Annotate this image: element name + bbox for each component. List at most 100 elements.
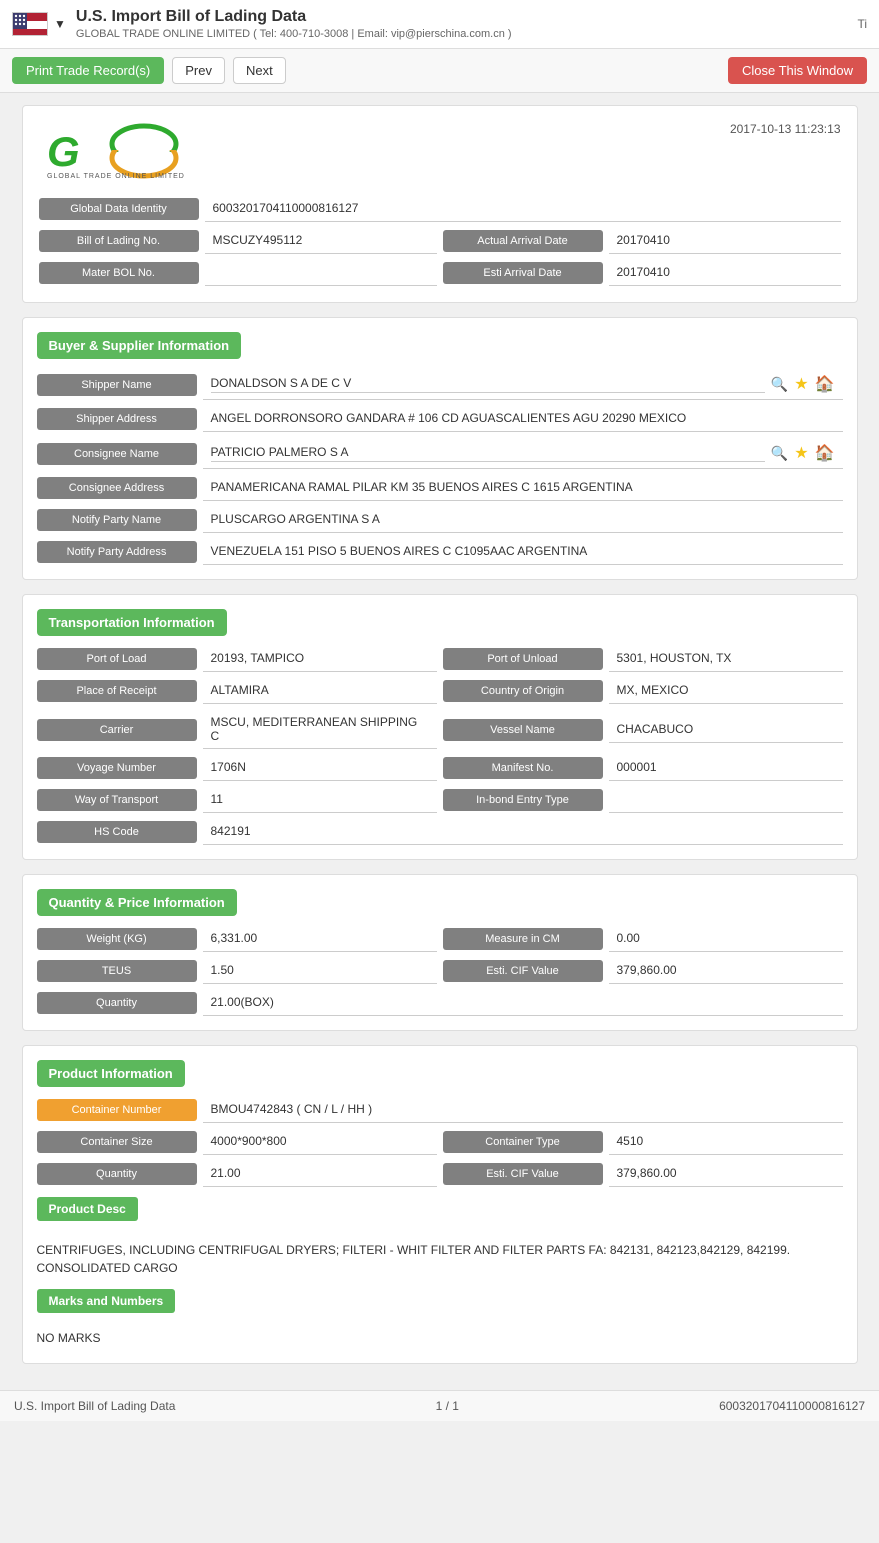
- container-number-value: BMOU4742843 ( CN / L / HH ): [203, 1097, 843, 1123]
- close-button[interactable]: Close This Window: [728, 57, 867, 84]
- buyer-supplier-title: Buyer & Supplier Information: [37, 332, 242, 359]
- quantity-label: Quantity: [37, 992, 197, 1014]
- voyage-number-value: 1706N: [203, 755, 437, 781]
- home-icon[interactable]: 🏠: [815, 374, 835, 394]
- product-esti-cif-label: Esti. CIF Value: [443, 1163, 603, 1185]
- port-of-unload-label: Port of Unload: [443, 648, 603, 670]
- country-of-origin-label: Country of Origin: [443, 680, 603, 702]
- esti-cif-value: 379,860.00: [609, 958, 843, 984]
- way-of-transport-value: 11: [203, 787, 437, 813]
- manifest-no-label: Manifest No.: [443, 757, 603, 779]
- notify-party-name-label: Notify Party Name: [37, 509, 197, 531]
- carrier-label: Carrier: [37, 719, 197, 741]
- weight-value: 6,331.00: [203, 926, 437, 952]
- container-number-label: Container Number: [37, 1099, 197, 1121]
- notify-party-name-value: PLUSCARGO ARGENTINA S A: [203, 507, 843, 533]
- footer-right: 6003201704110000816127: [719, 1399, 865, 1413]
- next-button[interactable]: Next: [233, 57, 286, 84]
- print-button[interactable]: Print Trade Record(s): [12, 57, 164, 84]
- buyer-supplier-section: Buyer & Supplier Information Shipper Nam…: [22, 317, 858, 580]
- top-bar: ▼ U.S. Import Bill of Lading Data GLOBAL…: [0, 0, 879, 49]
- record-header: G GLOBAL TRADE ONLINE LIMITED 2017-10-13…: [39, 122, 841, 182]
- container-type-value: 4510: [609, 1129, 843, 1155]
- quantity-row: Quantity 21.00(BOX): [37, 990, 843, 1016]
- global-data-identity-row: Global Data Identity 6003201704110000816…: [39, 196, 841, 222]
- carrier-value: MSCU, MEDITERRANEAN SHIPPING C: [203, 710, 437, 749]
- search-icon[interactable]: 🔍: [771, 376, 788, 393]
- bill-of-lading-value: MSCUZY495112: [205, 228, 437, 254]
- shipper-address-row: Shipper Address ANGEL DORRONSORO GANDARA…: [37, 406, 843, 432]
- marks-value: NO MARKS: [37, 1327, 843, 1349]
- consignee-name-row: Consignee Name PATRICIO PALMERO S A 🔍 ★ …: [37, 438, 843, 469]
- consignee-name-value: PATRICIO PALMERO S A: [211, 445, 765, 462]
- consignee-address-label: Consignee Address: [37, 477, 197, 499]
- shipper-name-value: DONALDSON S A DE C V: [211, 376, 765, 393]
- shipper-address-value: ANGEL DORRONSORO GANDARA # 106 CD AGUASC…: [203, 406, 843, 432]
- port-of-load-value: 20193, TAMPICO: [203, 646, 437, 672]
- shipper-address-label: Shipper Address: [37, 408, 197, 430]
- hs-code-value: 842191: [203, 819, 843, 845]
- product-section: Product Information Container Number BMO…: [22, 1045, 858, 1364]
- record-card: G GLOBAL TRADE ONLINE LIMITED 2017-10-13…: [22, 105, 858, 303]
- country-of-origin-value: MX, MEXICO: [609, 678, 843, 704]
- product-desc-label: Product Desc: [37, 1197, 138, 1221]
- container-size-value: 4000*900*800: [203, 1129, 437, 1155]
- container-size-label: Container Size: [37, 1131, 197, 1153]
- bill-arrival-row: Bill of Lading No. MSCUZY495112 Actual A…: [39, 228, 841, 254]
- app-title: U.S. Import Bill of Lading Data: [76, 8, 508, 26]
- consignee-name-label: Consignee Name: [37, 443, 197, 465]
- receipt-origin-row: Place of Receipt ALTAMIRA Country of Ori…: [37, 678, 843, 704]
- footer-bar: U.S. Import Bill of Lading Data 1 / 1 60…: [0, 1390, 879, 1421]
- shipper-name-row: Shipper Name DONALDSON S A DE C V 🔍 ★ 🏠: [37, 369, 843, 400]
- port-load-unload-row: Port of Load 20193, TAMPICO Port of Unlo…: [37, 646, 843, 672]
- prev-button[interactable]: Prev: [172, 57, 225, 84]
- dropdown-icon[interactable]: ▼: [54, 17, 66, 31]
- mater-bol-label: Mater BOL No.: [39, 262, 199, 284]
- top-right: Ti: [857, 17, 867, 31]
- main-content: G GLOBAL TRADE ONLINE LIMITED 2017-10-13…: [10, 93, 870, 1390]
- consignee-address-row: Consignee Address PANAMERICANA RAMAL PIL…: [37, 475, 843, 501]
- shipper-name-label: Shipper Name: [37, 374, 197, 396]
- weight-measure-row: Weight (KG) 6,331.00 Measure in CM 0.00: [37, 926, 843, 952]
- product-qty-cif-row: Quantity 21.00 Esti. CIF Value 379,860.0…: [37, 1161, 843, 1187]
- manifest-no-value: 000001: [609, 755, 843, 781]
- port-of-load-label: Port of Load: [37, 648, 197, 670]
- hs-code-row: HS Code 842191: [37, 819, 843, 845]
- notify-party-name-row: Notify Party Name PLUSCARGO ARGENTINA S …: [37, 507, 843, 533]
- consignee-address-value: PANAMERICANA RAMAL PILAR KM 35 BUENOS AI…: [203, 475, 843, 501]
- place-of-receipt-label: Place of Receipt: [37, 680, 197, 702]
- consignee-search-icon[interactable]: 🔍: [771, 445, 788, 462]
- global-data-identity-value: 6003201704110000816127: [205, 196, 841, 222]
- teus-value: 1.50: [203, 958, 437, 984]
- star-icon[interactable]: ★: [794, 374, 808, 394]
- svg-text:GLOBAL TRADE ONLINE LIMITED: GLOBAL TRADE ONLINE LIMITED: [47, 173, 185, 180]
- quantity-price-section: Quantity & Price Information Weight (KG)…: [22, 874, 858, 1031]
- transport-inbond-row: Way of Transport 11 In-bond Entry Type: [37, 787, 843, 813]
- gtc-logo: G GLOBAL TRADE ONLINE LIMITED: [39, 122, 209, 182]
- transportation-section: Transportation Information Port of Load …: [22, 594, 858, 860]
- notify-party-address-value: VENEZUELA 151 PISO 5 BUENOS AIRES C C109…: [203, 539, 843, 565]
- weight-label: Weight (KG): [37, 928, 197, 950]
- toolbar: Print Trade Record(s) Prev Next Close Th…: [0, 49, 879, 93]
- consignee-home-icon[interactable]: 🏠: [815, 443, 835, 463]
- shipper-name-row-value: DONALDSON S A DE C V 🔍 ★ 🏠: [203, 369, 843, 400]
- mater-esti-row: Mater BOL No. Esti Arrival Date 20170410: [39, 260, 841, 286]
- quantity-value: 21.00(BOX): [203, 990, 843, 1016]
- measure-label: Measure in CM: [443, 928, 603, 950]
- product-title: Product Information: [37, 1060, 185, 1087]
- actual-arrival-label: Actual Arrival Date: [443, 230, 603, 252]
- record-datetime: 2017-10-13 11:23:13: [730, 122, 841, 136]
- esti-cif-label: Esti. CIF Value: [443, 960, 603, 982]
- footer-center: 1 / 1: [436, 1399, 459, 1413]
- logo-area: G GLOBAL TRADE ONLINE LIMITED: [39, 122, 209, 182]
- actual-arrival-value: 20170410: [609, 228, 841, 254]
- notify-party-address-label: Notify Party Address: [37, 541, 197, 563]
- consignee-name-row-value: PATRICIO PALMERO S A 🔍 ★ 🏠: [203, 438, 843, 469]
- esti-arrival-label: Esti Arrival Date: [443, 262, 603, 284]
- consignee-star-icon[interactable]: ★: [794, 443, 808, 463]
- carrier-vessel-row: Carrier MSCU, MEDITERRANEAN SHIPPING C V…: [37, 710, 843, 749]
- container-size-type-row: Container Size 4000*900*800 Container Ty…: [37, 1129, 843, 1155]
- quantity-price-title: Quantity & Price Information: [37, 889, 237, 916]
- vessel-name-label: Vessel Name: [443, 719, 603, 741]
- product-desc-value: CENTRIFUGES, INCLUDING CENTRIFUGAL DRYER…: [37, 1235, 843, 1283]
